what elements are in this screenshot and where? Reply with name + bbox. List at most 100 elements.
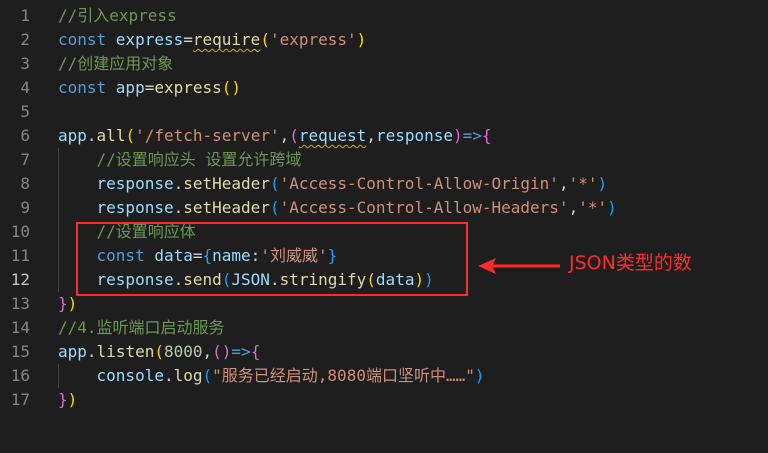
code-text[interactable]: app.listen(8000,()=>{	[58, 340, 260, 364]
code-token: "服务已经启动,8080端口坚听中……"	[212, 366, 475, 385]
code-text[interactable]: response.setHeader('Access-Control-Allow…	[58, 172, 608, 196]
code-line[interactable]: 2 const express=require('express')	[0, 28, 768, 52]
code-line[interactable]: 9 response.setHeader('Access-Control-All…	[0, 196, 768, 220]
code-token: )	[597, 174, 608, 193]
code-token: (	[202, 366, 213, 385]
code-token: =>	[231, 342, 251, 361]
annotation-label: JSON类型的数	[569, 252, 692, 274]
code-token: =	[183, 30, 193, 49]
line-number: 7	[20, 150, 30, 169]
code-token: response	[96, 174, 174, 193]
code-token: express	[115, 30, 184, 49]
line-number: 2	[20, 30, 30, 49]
code-line[interactable]: 15 app.listen(8000,()=>{	[0, 340, 768, 364]
code-token: require	[192, 30, 261, 49]
code-token: 'express'	[269, 30, 357, 49]
code-token: app	[58, 342, 87, 361]
code-token: ,	[366, 126, 376, 145]
code-line[interactable]: 17})	[0, 388, 768, 412]
code-text[interactable]: const express=require('express')	[58, 28, 366, 52]
code-line[interactable]: 16 console.log("服务已经启动,8080端口坚听中……")	[0, 364, 768, 388]
line-number: 9	[20, 198, 30, 217]
code-token: .	[173, 174, 184, 193]
code-token: //设置响应头 设置允许跨域	[96, 150, 302, 169]
code-token: //4.监听端口启动服务	[58, 318, 225, 337]
code-line[interactable]: 6 app.all('/fetch-server',(request,respon…	[0, 124, 768, 148]
code-line[interactable]: 14 //4.监听端口启动服务	[0, 316, 768, 340]
line-number: 11	[10, 246, 30, 265]
code-token: (	[289, 126, 299, 145]
code-token: (	[269, 174, 280, 193]
code-token: express	[154, 78, 222, 97]
code-token: //创建应用对象	[58, 54, 174, 73]
code-token: )	[607, 198, 617, 217]
code-token: setHeader	[183, 174, 270, 193]
code-token: //引入express	[58, 6, 177, 25]
code-token: ,	[568, 198, 579, 217]
line-number: 4	[20, 78, 30, 97]
code-token: ,	[279, 126, 290, 145]
code-token: {	[481, 126, 492, 145]
code-text[interactable]: //引入express	[58, 4, 177, 28]
code-editor[interactable]: 1//引入express 2 const express=require('expr…	[0, 0, 768, 453]
code-text[interactable]: })	[58, 388, 77, 412]
code-token: ()	[221, 78, 242, 97]
code-token: {	[250, 342, 261, 361]
code-token: )	[67, 390, 78, 409]
line-number: 3	[20, 54, 30, 73]
code-text[interactable]: })	[58, 292, 77, 316]
code-token: response	[96, 198, 174, 217]
line-number: 17	[10, 390, 30, 409]
code-line[interactable]: 3 //创建应用对象	[0, 52, 768, 76]
code-token: ,	[558, 174, 569, 193]
code-text[interactable]: const app=express()	[58, 76, 241, 100]
line-number: 14	[10, 318, 30, 337]
code-token: (	[260, 30, 270, 49]
line-number: 6	[20, 126, 30, 145]
code-token: }	[58, 294, 68, 313]
line-number: 1	[20, 6, 30, 25]
code-token: ,	[202, 342, 213, 361]
code-line[interactable]: 1 //引入express	[0, 4, 768, 28]
line-number: 16	[10, 366, 30, 385]
code-token: app	[115, 78, 145, 97]
code-text[interactable]: //设置响应头 设置允许跨域	[58, 148, 302, 172]
code-token: .	[86, 342, 97, 361]
code-text[interactable]: //4.监听端口启动服务	[58, 316, 225, 340]
line-number: 13	[10, 294, 30, 313]
code-token: }	[58, 390, 68, 409]
code-token: all	[96, 126, 126, 145]
annotation-highlight-box	[76, 222, 468, 296]
annotation-arrow-icon	[478, 258, 560, 274]
code-token: )	[453, 126, 463, 145]
code-token: const	[58, 78, 116, 97]
code-token: setHeader	[183, 198, 270, 217]
code-text[interactable]: console.log("服务已经启动,8080端口坚听中……")	[58, 364, 485, 388]
code-token: 8000	[163, 342, 203, 361]
line-number: 5	[20, 102, 30, 121]
code-text[interactable]: //创建应用对象	[58, 52, 173, 76]
code-token: =	[144, 78, 155, 97]
code-token: ()	[212, 342, 232, 361]
code-token: )	[474, 366, 485, 385]
code-token: (	[125, 126, 136, 145]
code-line[interactable]: 7 //设置响应头 设置允许跨域	[0, 148, 768, 172]
code-line[interactable]: 5	[0, 100, 768, 124]
line-number: 12	[10, 270, 30, 289]
code-token: 'Access-Control-Allow-Headers'	[279, 198, 569, 217]
code-line[interactable]: 8 response.setHeader('Access-Control-All…	[0, 172, 768, 196]
code-token: )	[356, 30, 367, 49]
code-line[interactable]: 4 const app=express()	[0, 76, 768, 100]
code-token: app	[58, 126, 87, 145]
code-text[interactable]: app.all('/fetch-server',(request,respons…	[58, 124, 492, 148]
code-text[interactable]: response.setHeader('Access-Control-Allow…	[58, 196, 617, 220]
code-token: .	[173, 198, 184, 217]
code-token: '*'	[578, 198, 608, 217]
line-number: 8	[20, 174, 30, 193]
code-token: request	[298, 126, 367, 145]
code-token: '*'	[568, 174, 598, 193]
line-number: 15	[10, 342, 30, 361]
